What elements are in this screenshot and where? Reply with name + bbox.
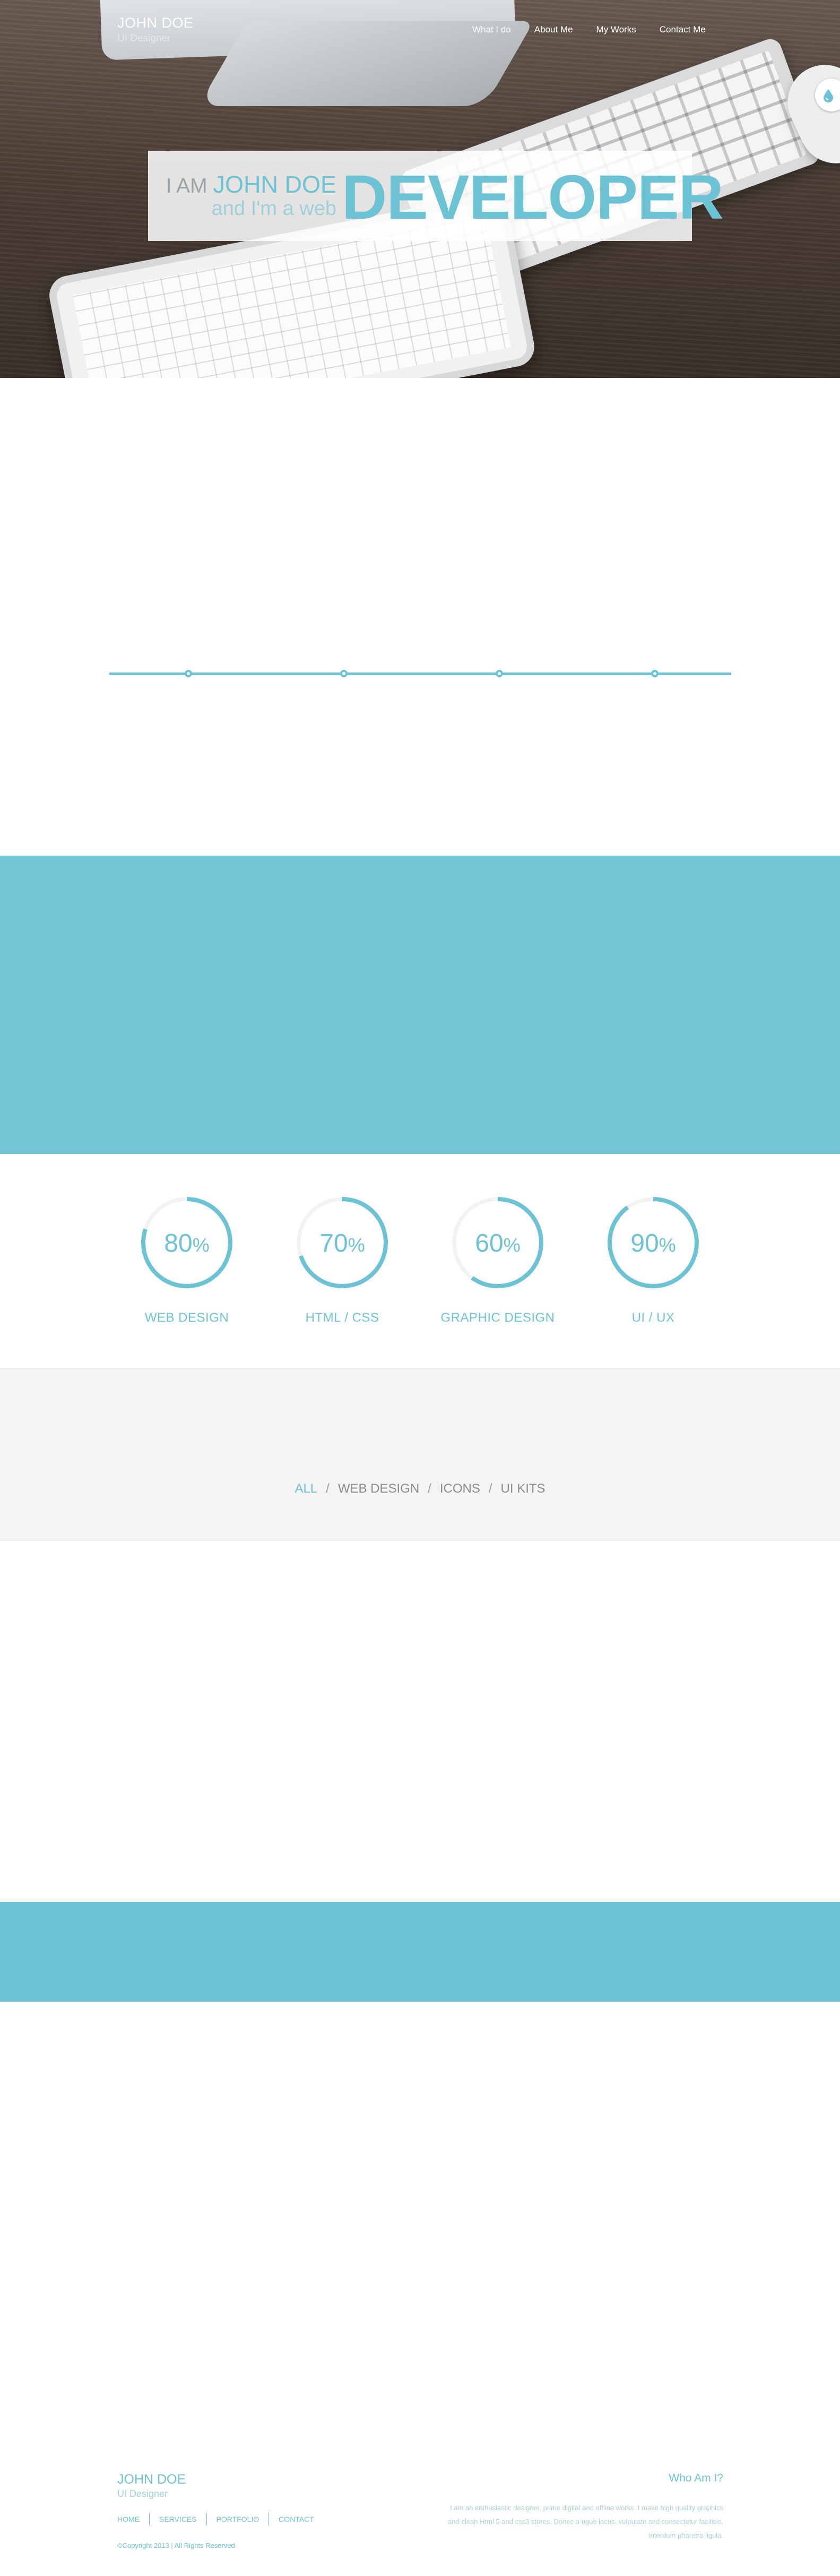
headline-big-word: DEVELOPER <box>342 162 724 232</box>
nav-contact-me[interactable]: Contact Me <box>660 24 706 35</box>
teal-banner <box>0 1902 840 2002</box>
skill-label: UI / UX <box>631 1311 675 1325</box>
skill-percent: 70 <box>319 1229 348 1257</box>
footer-about-text: I am an enthusiastic designer, prime dig… <box>448 2504 723 2539</box>
timeline-dot[interactable] <box>340 670 348 677</box>
footer-about-title: Who Am I? <box>669 2472 723 2484</box>
footer-brand-role: UI Designer <box>117 2488 168 2499</box>
skill-html-css: 70% HTML / CSS <box>276 1195 409 1325</box>
skill-ui-ux: 90% UI / UX <box>587 1195 720 1325</box>
portfolio-filter: ALL / WEB DESIGN / ICONS / UI KITS <box>0 1481 840 1496</box>
filter-icons[interactable]: ICONS <box>440 1481 480 1496</box>
skill-label: GRAPHIC DESIGN <box>440 1311 555 1325</box>
timeline-dot[interactable] <box>496 670 503 677</box>
teal-section <box>0 856 840 1154</box>
portfolio-filter-section: ALL / WEB DESIGN / ICONS / UI KITS <box>0 1368 840 1540</box>
skill-percent: 80 <box>164 1229 193 1257</box>
nav-what-i-do[interactable]: What I do <box>472 24 511 35</box>
skill-percent: 90 <box>630 1229 659 1257</box>
footer-link-contact[interactable]: CONTACT <box>269 2513 324 2526</box>
brand-name[interactable]: JOHN DOE <box>117 15 194 31</box>
footer-link-portfolio[interactable]: PORTFOLIO <box>206 2513 269 2526</box>
timeline <box>109 670 731 677</box>
nav-about-me[interactable]: About Me <box>534 24 573 35</box>
hero-headline: I AM JOHN DOE and I'm a web DEVELOPER <box>148 151 724 241</box>
timeline-dot[interactable] <box>185 670 192 677</box>
footer-copyright: ©Copyright 2013 | All Rights Reserved <box>117 2541 235 2549</box>
filter-separator: / <box>326 1481 330 1496</box>
headline-i-am: I AM <box>166 175 207 197</box>
skill-label: HTML / CSS <box>305 1311 379 1325</box>
skill-graphic-design: 60% GRAPHIC DESIGN <box>431 1195 564 1325</box>
skills-section: 80% WEB DESIGN 70% HTML / CSS 60% GRAPHI… <box>0 1154 840 1368</box>
filter-all[interactable]: ALL <box>295 1481 317 1496</box>
brand-tagline: UI Designer <box>117 33 171 44</box>
timeline-dot[interactable] <box>651 670 659 677</box>
skill-label: WEB DESIGN <box>144 1311 229 1325</box>
footer-link-home[interactable]: HOME <box>117 2513 149 2526</box>
footer-nav: HOME SERVICES PORTFOLIO CONTACT <box>117 2513 324 2526</box>
footer-brand-name: JOHN DOE <box>117 2472 186 2487</box>
filter-ui-kits[interactable]: UI KITS <box>501 1481 545 1496</box>
skill-percent: 60 <box>475 1229 504 1257</box>
skill-web-design: 80% WEB DESIGN <box>120 1195 253 1325</box>
headline-subline: and I'm a web <box>211 197 336 220</box>
filter-separator: / <box>428 1481 431 1496</box>
filter-web-design[interactable]: WEB DESIGN <box>338 1481 419 1496</box>
filter-separator: / <box>488 1481 492 1496</box>
timeline-line <box>109 673 731 675</box>
footer-link-services[interactable]: SERVICES <box>149 2513 206 2526</box>
water-drop-icon <box>824 89 833 102</box>
main-nav: What I do About Me My Works Contact Me <box>472 24 729 35</box>
headline-name: JOHN DOE <box>213 171 336 198</box>
nav-my-works[interactable]: My Works <box>596 24 636 35</box>
